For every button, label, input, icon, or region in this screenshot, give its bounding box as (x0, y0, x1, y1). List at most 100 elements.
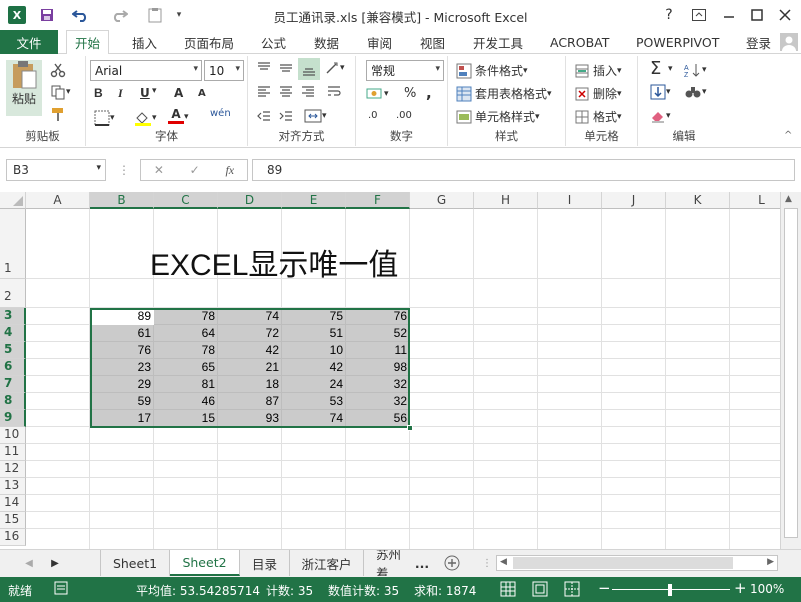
tab-home[interactable]: 开始 (66, 30, 110, 55)
column-header-g[interactable]: G (410, 192, 474, 209)
vertical-scrollbar[interactable]: ▲ (780, 192, 801, 549)
table-cell[interactable]: 10 (282, 342, 346, 359)
column-header-j[interactable]: J (602, 192, 666, 209)
cut-icon[interactable] (50, 62, 66, 78)
column-header-a[interactable]: A (26, 192, 90, 209)
insert-function-button[interactable]: fx (225, 163, 234, 178)
row-header-13[interactable]: 13 (0, 478, 26, 495)
zoom-out-icon[interactable]: − (598, 579, 611, 597)
maximize-icon[interactable] (744, 5, 770, 25)
table-cell[interactable]: 11 (346, 342, 410, 359)
orientation-icon[interactable]: ▾ (324, 60, 345, 76)
tab-powerpivot[interactable]: POWERPIVOT (634, 30, 721, 54)
autosum-button[interactable]: Σ (650, 58, 661, 79)
cell-styles-button[interactable]: 单元格样式 ▾ (456, 108, 540, 125)
table-cell[interactable]: 23 (90, 359, 154, 376)
row-header-1[interactable]: 1 (0, 209, 26, 279)
table-cell[interactable]: 29 (90, 376, 154, 393)
table-cell[interactable]: 74 (218, 308, 282, 325)
vertical-scroll-thumb[interactable] (784, 208, 798, 538)
scroll-left-icon[interactable]: ◀ (500, 557, 507, 567)
formula-input[interactable]: 89 (252, 159, 795, 181)
table-cell[interactable]: 56 (346, 410, 410, 427)
ribbon-display-options-icon[interactable] (686, 5, 712, 25)
login-link[interactable]: 登录 (744, 30, 773, 54)
align-center-icon[interactable] (278, 84, 294, 100)
zoom-level[interactable]: 100% (750, 582, 784, 596)
scroll-up-icon[interactable]: ▲ (785, 194, 792, 204)
decrease-indent-icon[interactable] (256, 108, 272, 124)
font-name-select[interactable]: Arial ▾ (90, 60, 202, 81)
paste-button[interactable]: 粘贴 (6, 60, 42, 116)
table-cell[interactable]: 75 (282, 308, 346, 325)
row-header-5[interactable]: 5 (0, 342, 26, 359)
number-format-select[interactable]: 常规 ▾ (366, 60, 444, 81)
clear-icon[interactable]: ▾ (650, 108, 671, 124)
format-as-table-button[interactable]: 套用表格格式 ▾ (456, 85, 552, 102)
table-cell[interactable]: 42 (282, 359, 346, 376)
grow-font-button[interactable]: A (174, 86, 183, 100)
macro-record-icon[interactable] (54, 581, 68, 598)
shrink-font-button[interactable]: A (198, 88, 206, 99)
column-header-c[interactable]: C (154, 192, 218, 209)
name-box[interactable]: B3 ▾ (6, 159, 106, 181)
table-cell[interactable]: 89 (90, 308, 154, 325)
close-icon[interactable] (772, 5, 798, 25)
table-cell[interactable]: 81 (154, 376, 218, 393)
table-cell[interactable]: 32 (346, 376, 410, 393)
table-cell[interactable]: 78 (154, 342, 218, 359)
row-header-10[interactable]: 10 (0, 427, 26, 444)
find-select-icon[interactable]: ▾ (684, 84, 707, 100)
format-cells-button[interactable]: 格式 ▾ (574, 108, 622, 125)
horizontal-scroll-thumb[interactable] (513, 557, 733, 569)
cancel-entry-icon[interactable]: ✕ (154, 163, 164, 177)
row-header-9[interactable]: 9 (0, 410, 26, 427)
column-header-k[interactable]: K (666, 192, 730, 209)
zoom-in-icon[interactable]: + (734, 579, 747, 597)
sheet-tab-sheet2[interactable]: Sheet2 (170, 550, 240, 576)
column-header-e[interactable]: E (282, 192, 346, 209)
sheet-tab-zhejiang-customers[interactable]: 浙江客户 (290, 550, 364, 576)
row-header-7[interactable]: 7 (0, 376, 26, 393)
table-cell[interactable]: 17 (90, 410, 154, 427)
tab-page-layout[interactable]: 页面布局 (182, 30, 236, 54)
user-avatar-icon[interactable] (778, 30, 800, 54)
comma-style-button[interactable]: , (426, 84, 432, 102)
tab-acrobat[interactable]: ACROBAT (548, 30, 611, 54)
align-left-icon[interactable] (256, 84, 272, 100)
fill-color-icon[interactable]: ▾ (134, 110, 157, 126)
align-bottom-icon[interactable] (298, 58, 320, 80)
align-right-icon[interactable] (300, 84, 316, 100)
underline-button[interactable]: U (140, 86, 150, 100)
table-cell[interactable]: 93 (218, 410, 282, 427)
row-header-12[interactable]: 12 (0, 461, 26, 478)
sheet-tab-catalog[interactable]: 目录 (240, 550, 290, 576)
borders-icon[interactable]: ▾ (94, 110, 115, 126)
minimize-icon[interactable] (716, 5, 742, 25)
italic-button[interactable]: I (118, 86, 123, 101)
table-cell[interactable]: 59 (90, 393, 154, 410)
align-top-icon[interactable] (256, 60, 272, 76)
table-cell[interactable]: 78 (154, 308, 218, 325)
delete-cells-button[interactable]: 删除 ▾ (574, 85, 622, 102)
tab-file[interactable]: 文件 (0, 30, 58, 54)
insert-cells-button[interactable]: 插入 ▾ (574, 62, 622, 79)
table-cell[interactable]: 15 (154, 410, 218, 427)
add-sheet-icon[interactable] (440, 550, 464, 576)
table-cell[interactable]: 21 (218, 359, 282, 376)
percent-style-button[interactable]: % (404, 86, 416, 101)
table-cell[interactable]: 76 (346, 308, 410, 325)
row-header-16[interactable]: 16 (0, 529, 26, 546)
collapse-ribbon-icon[interactable]: ^ (784, 130, 792, 141)
select-all-button[interactable] (0, 192, 26, 209)
table-cell[interactable]: 46 (154, 393, 218, 410)
decrease-decimal-button[interactable]: .00 (396, 110, 412, 121)
column-header-f[interactable]: F (346, 192, 410, 209)
table-cell[interactable]: 61 (90, 325, 154, 342)
row-header-14[interactable]: 14 (0, 495, 26, 512)
table-cell[interactable]: 74 (282, 410, 346, 427)
page-layout-view-icon[interactable] (532, 581, 548, 600)
phonetic-guide-button[interactable]: wén (210, 108, 231, 119)
tab-insert[interactable]: 插入 (130, 30, 159, 54)
table-cell[interactable]: 76 (90, 342, 154, 359)
